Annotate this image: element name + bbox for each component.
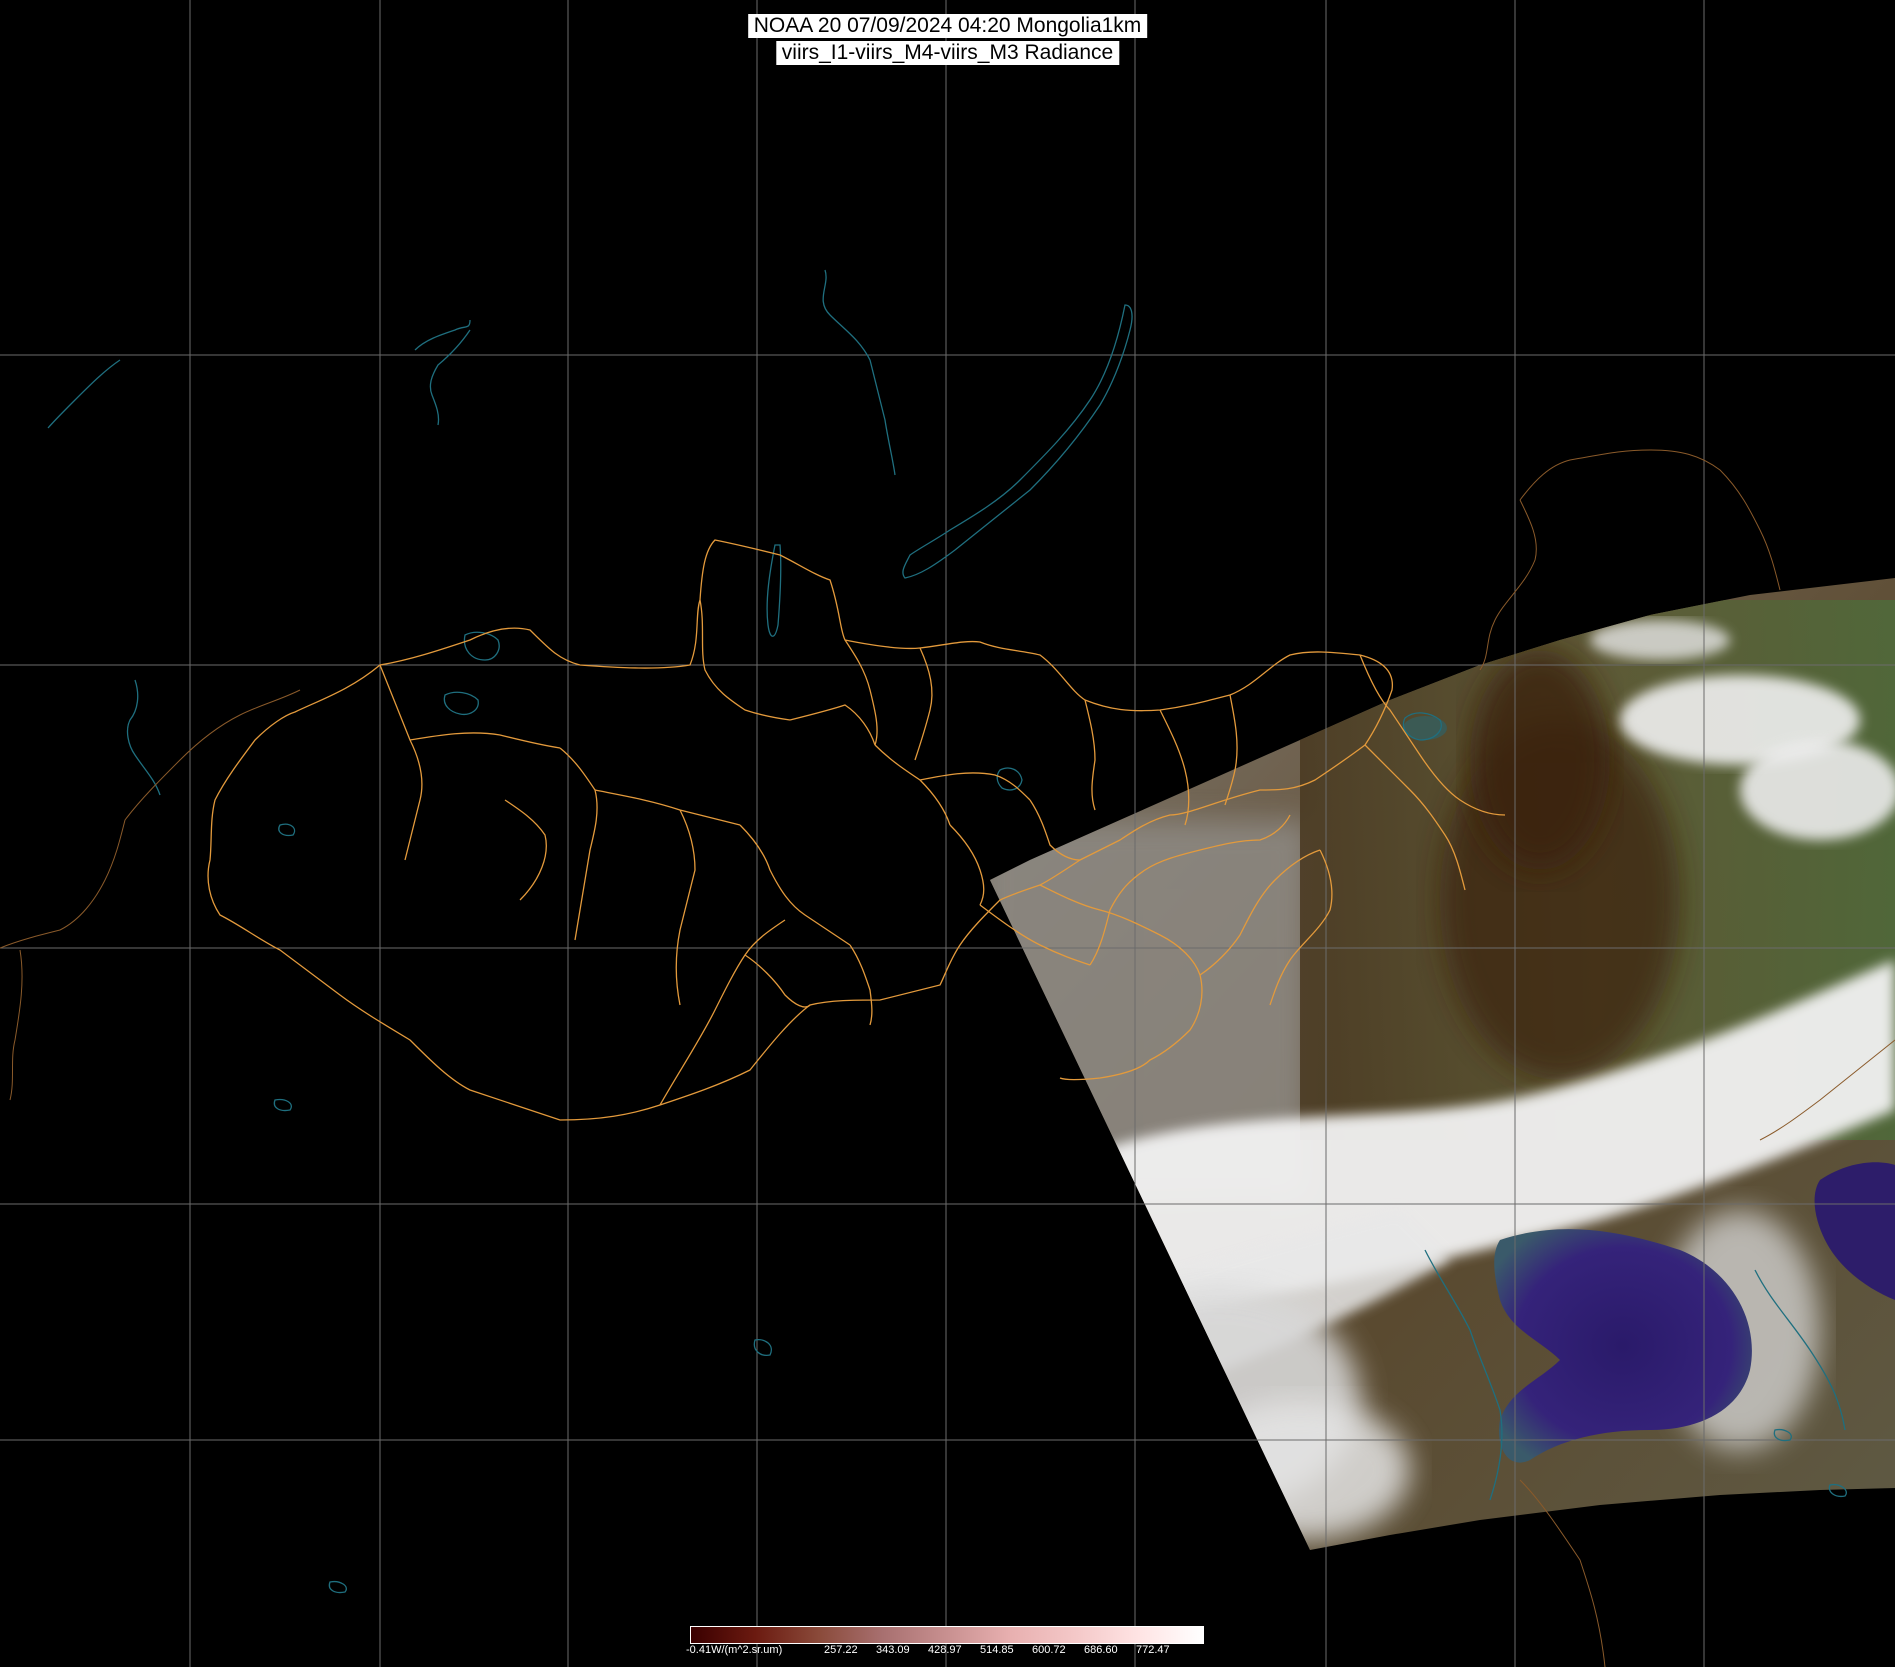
colorbar-label: -0.41W/(m^2.sr.um) [686,1644,783,1656]
lake-khyargas [443,691,479,716]
province-border [744,954,811,1008]
province-border [1084,699,1096,811]
colorbar-label: 257.22 [824,1644,858,1656]
province-border [675,809,696,1006]
province-border [949,824,985,906]
cloud-patch [1590,620,1730,660]
colorbar-label: 343.09 [876,1644,910,1656]
colorbar [690,1626,1204,1644]
lake-baikal [902,304,1133,579]
colorbar-label: 686.60 [1084,1644,1118,1656]
small-lake [273,1098,292,1112]
cloud-patch [1740,740,1895,840]
province-border [559,747,598,941]
province-border [874,744,951,826]
colorbar-label: 514.85 [980,1644,1014,1656]
province-border [849,944,873,1026]
dark-forest-patch [1470,650,1610,870]
small-lake [328,1580,347,1594]
river [414,319,471,426]
colorbar-label: 428.97 [928,1644,962,1656]
province-border [594,789,741,826]
lake-uvs [463,631,500,661]
river [47,359,121,429]
province-border [504,799,547,901]
province-border [409,732,561,749]
lake-khovsgol [766,544,782,637]
country-border [9,949,23,1101]
satellite-map [0,0,1895,1667]
province-border [789,704,876,746]
country-border [1519,449,1781,591]
province-border [699,599,791,721]
colorbar-label: 600.72 [1032,1644,1066,1656]
province-border [379,664,423,861]
river [126,679,161,796]
map-title: NOAA 20 07/09/2024 04:20 Mongolia1km [747,14,1148,38]
map-subtitle: viirs_I1-viirs_M4-viirs_M3 Radiance [775,41,1120,65]
country-border [0,689,301,949]
satellite-swath [990,578,1895,1550]
bratsk-reservoir [822,269,896,476]
province-border [919,772,1031,801]
colorbar-label: 772.47 [1136,1644,1170,1656]
cloud-patch [1190,1400,1410,1540]
province-border [844,639,878,746]
small-lake [278,823,296,837]
lake-buir [996,767,1023,791]
country-border [1479,499,1537,671]
colorbar-labels: -0.41W/(m^2.sr.um) 257.22 343.09 428.97 … [686,1644,1206,1660]
